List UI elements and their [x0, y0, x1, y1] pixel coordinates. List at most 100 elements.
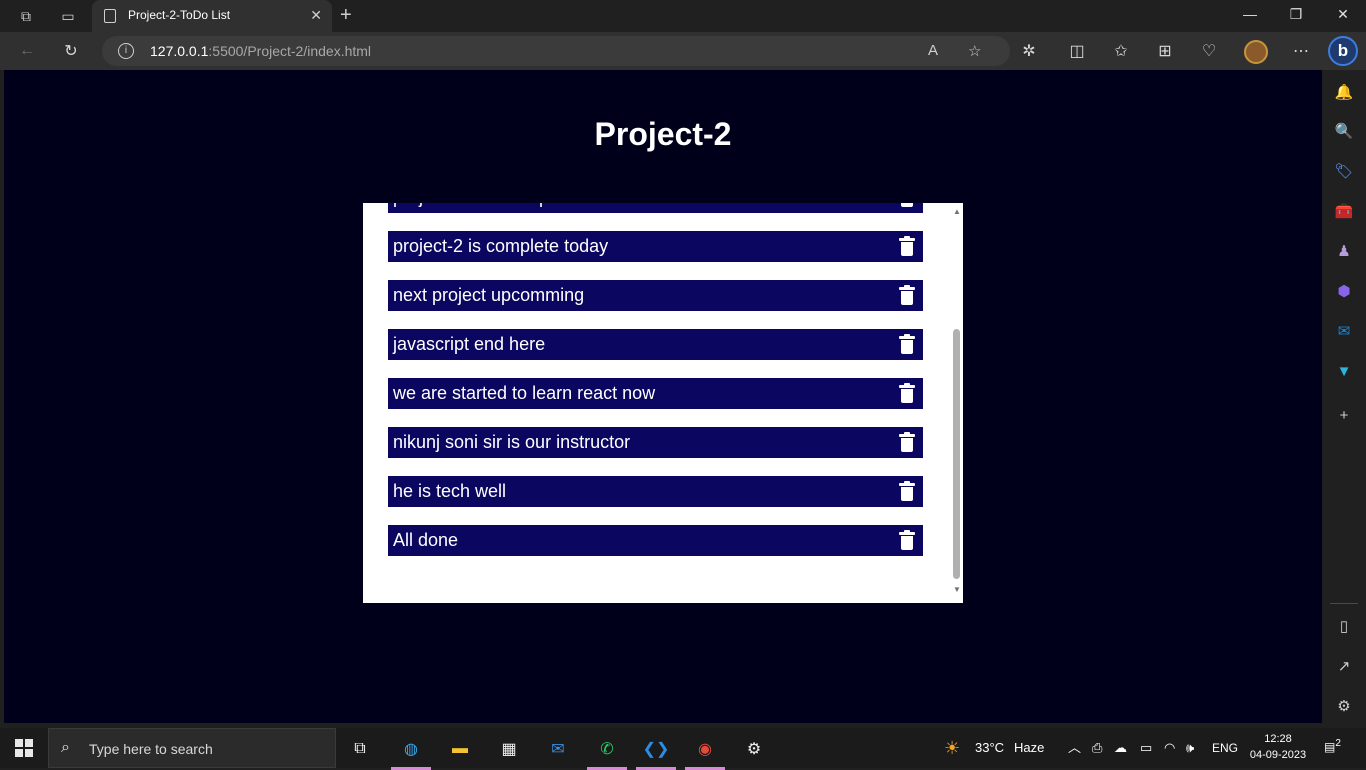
sidebar-settings-icon[interactable]: ⚙ [1334, 696, 1354, 716]
volume-icon[interactable]: 🕪 [1186, 728, 1194, 768]
url-text[interactable]: 127.0.0.1:5500/Project-2/index.html [150, 43, 371, 59]
close-tab-icon[interactable]: ✕ [310, 7, 322, 24]
edge-sidebar: 🔔 🔍 🏷 🧰 ♟ ⬢ ✉ ▼ + ▯ ↗ ⚙ [1322, 70, 1366, 723]
extensions-icon[interactable]: ✲ [1018, 40, 1040, 62]
favorite-star-icon[interactable]: ☆ [968, 42, 981, 60]
games-icon[interactable]: ♟ [1334, 241, 1354, 261]
open-external-icon[interactable]: ↗ [1334, 656, 1354, 676]
outlook-icon[interactable]: ✉ [1334, 321, 1354, 341]
delete-trash-icon[interactable] [899, 236, 915, 256]
delete-trash-icon[interactable] [899, 203, 915, 207]
whatsapp-icon[interactable]: ✆ [587, 734, 627, 770]
settings-gear-icon[interactable]: ⚙ [739, 734, 769, 764]
todo-text: project-2 is complete today [393, 236, 609, 256]
delete-trash-icon[interactable] [899, 383, 915, 403]
onedrive-cloud-icon[interactable]: ☁ [1114, 728, 1127, 768]
todo-card: project-1 was completed project-2 is comp… [363, 203, 963, 603]
back-button[interactable]: ← [16, 40, 38, 62]
language-indicator[interactable]: ENG [1212, 728, 1238, 768]
vscode-icon[interactable]: ❮❯ [636, 734, 676, 770]
mail-icon[interactable]: ✉ [543, 734, 573, 764]
shopping-tag-icon[interactable]: 🏷 [1334, 161, 1354, 181]
todo-item: nikunj soni sir is our instructor [388, 427, 923, 458]
windows-taskbar: ⌕ Type here to search ⧉ ◍ ▬ ▦ ✉ ✆ ❮❯ ◉ ⚙… [0, 728, 1366, 770]
clock[interactable]: 12:28 04-09-2023 [1240, 731, 1316, 763]
page-title: Project-2 [594, 116, 732, 152]
delete-trash-icon[interactable] [899, 334, 915, 354]
favorites-icon[interactable]: ✩ [1110, 40, 1132, 62]
sidebar-divider [1330, 603, 1358, 604]
todo-text: All done [393, 530, 459, 550]
wifi-icon[interactable]: ◠ [1164, 728, 1175, 768]
clock-date: 04-09-2023 [1249, 749, 1307, 761]
tab-strip: ⧉ ▭ Project-2-ToDo List ✕ + — ❐ ✕ [0, 0, 1366, 32]
scroll-down-arrow[interactable]: ▼ [953, 585, 961, 594]
minimize-button[interactable]: — [1240, 6, 1260, 22]
page-icon [104, 9, 116, 23]
todo-text: nikunj soni sir is our instructor [393, 432, 631, 452]
navigation-bar: ← ↻ i 127.0.0.1:5500/Project-2/index.htm… [0, 32, 1366, 70]
bing-copilot-icon[interactable]: b [1328, 36, 1358, 66]
file-explorer-icon[interactable]: ▬ [445, 734, 475, 764]
meet-now-icon[interactable]: ⎙ [1092, 728, 1102, 768]
close-window-button[interactable]: ✕ [1333, 6, 1353, 23]
task-view-icon[interactable]: ⧉ [345, 734, 375, 764]
tab-actions-icon[interactable]: ▭ [58, 6, 78, 26]
todo-item: javascript end here [388, 329, 923, 360]
windows-start-icon[interactable] [15, 739, 33, 757]
microsoft-365-icon[interactable]: ⬢ [1334, 281, 1354, 301]
scroll-up-arrow[interactable]: ▲ [953, 207, 961, 216]
delete-trash-icon[interactable] [899, 432, 915, 452]
add-sidebar-app-icon[interactable]: + [1334, 405, 1354, 425]
split-screen-icon[interactable]: ◫ [1066, 40, 1088, 62]
weather-icon[interactable]: ☀ [944, 728, 960, 768]
todo-item: All done [388, 525, 923, 556]
weather-desc[interactable]: Haze [1014, 728, 1044, 768]
scrollbar-thumb[interactable] [953, 329, 960, 579]
site-info-icon[interactable]: i [118, 43, 134, 59]
todo-item: next project upcomming [388, 280, 923, 311]
browser-tab-active[interactable]: Project-2-ToDo List ✕ [92, 0, 332, 32]
restore-button[interactable]: ❐ [1286, 6, 1306, 23]
todo-text: javascript end here [393, 334, 546, 354]
todo-text: we are started to learn react now [393, 383, 656, 403]
battery-icon[interactable]: ▭ [1140, 728, 1152, 768]
todo-list: project-1 was completed project-2 is comp… [388, 203, 923, 574]
search-icon[interactable]: 🔍 [1334, 121, 1354, 141]
edge-app-icon[interactable]: ◍ [391, 734, 431, 770]
hide-sidebar-icon[interactable]: ▯ [1334, 616, 1354, 636]
web-page: Project-2 project-1 was completedproject… [4, 70, 1322, 723]
read-aloud-icon[interactable]: A [928, 42, 938, 59]
todo-text: next project upcomming [393, 285, 585, 305]
tab-title: Project-2-ToDo List [128, 8, 231, 22]
new-tab-button[interactable]: + [340, 4, 352, 27]
collections-icon[interactable]: ⊞ [1154, 40, 1176, 62]
workspaces-icon[interactable]: ⧉ [16, 6, 36, 26]
show-hidden-icons-icon[interactable]: ︿ [1068, 728, 1081, 768]
microsoft-store-icon[interactable]: ▦ [494, 734, 524, 764]
weather-temp[interactable]: 33°C [975, 728, 1004, 768]
notification-bell-icon[interactable]: 🔔 [1334, 82, 1354, 102]
browser-essentials-icon[interactable]: ♡ [1198, 40, 1220, 62]
todo-item: he is tech well [388, 476, 923, 507]
todo-text: project-1 was completed [393, 203, 588, 207]
profile-avatar[interactable] [1244, 40, 1268, 64]
delete-trash-icon[interactable] [899, 481, 915, 501]
chrome-icon[interactable]: ◉ [685, 734, 725, 770]
clock-time: 12:28 [1264, 733, 1292, 745]
search-icon: ⌕ [61, 739, 70, 756]
search-placeholder: Type here to search [89, 741, 213, 757]
todo-item: project-1 was completed [388, 203, 923, 213]
drop-icon[interactable]: ▼ [1334, 361, 1354, 381]
notifications-icon[interactable]: ▤2 [1324, 738, 1344, 758]
refresh-button[interactable]: ↻ [60, 40, 82, 62]
delete-trash-icon[interactable] [899, 285, 915, 305]
todo-text: he is tech well [393, 481, 507, 501]
more-menu-icon[interactable]: ⋯ [1290, 40, 1312, 62]
taskbar-search-box[interactable]: ⌕ Type here to search [48, 728, 336, 768]
address-bar[interactable]: i 127.0.0.1:5500/Project-2/index.html A … [102, 36, 1010, 66]
todo-item: we are started to learn react now [388, 378, 923, 409]
todo-item: project-2 is complete today [388, 231, 923, 262]
tools-icon[interactable]: 🧰 [1334, 201, 1354, 221]
delete-trash-icon[interactable] [899, 530, 915, 550]
